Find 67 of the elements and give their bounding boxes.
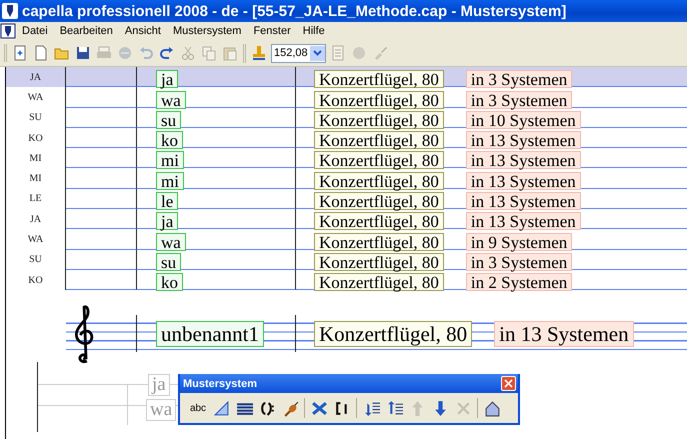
staff-abbreviation: WA <box>28 234 44 246</box>
staff-abbreviation: LE <box>29 193 42 204</box>
system-count: in 3 Systemen <box>466 70 572 88</box>
window-title: capella professionell 2008 - de - [55-57_JA-LE_Methode.cap - Mustersystem] <box>22 2 566 20</box>
staff-name: ja <box>156 70 178 88</box>
staff-abbreviation: KO <box>28 274 43 286</box>
staff-abbreviation: SU <box>29 112 42 124</box>
text-button[interactable]: abc <box>188 398 208 418</box>
menu-item[interactable]: Hilfe <box>296 25 331 37</box>
system-count: in 13 Systemen <box>466 172 581 190</box>
instrument-label: Konzertflügel, 80 <box>314 70 444 88</box>
toolbar-title: Mustersystem <box>183 378 257 390</box>
system-count: in 13 Systemen <box>466 131 581 150</box>
app-menu-icon[interactable] <box>0 23 16 39</box>
menu-item[interactable]: Fenster <box>247 25 297 37</box>
instrument-label: Konzertflügel, 80 <box>314 110 444 129</box>
menu-item[interactable]: Datei <box>16 25 54 37</box>
menu-item[interactable]: Mustersystem <box>166 25 248 37</box>
staff-name: wa <box>156 232 186 251</box>
instrument-label: Konzertflügel, 80 <box>314 320 472 347</box>
system-count: in 13 Systemen <box>466 212 581 230</box>
ruler-icon[interactable] <box>211 398 231 418</box>
instrument-label: Konzertflügel, 80 <box>314 232 444 251</box>
system-count: in 2 Systemen <box>466 273 572 292</box>
instrument-label: Konzertflügel, 80 <box>314 273 444 292</box>
staff-abbreviation: JA <box>30 214 42 225</box>
staff-name: mi <box>156 172 184 190</box>
staff-abbreviation: MI <box>29 173 42 184</box>
staff-name: ko <box>156 273 183 292</box>
staff-name: su <box>156 252 182 271</box>
staff-name: unbenannt1 <box>156 320 264 347</box>
instrument-label: Konzertflügel, 80 <box>314 212 444 230</box>
system-count: in 10 Systemen <box>466 110 581 129</box>
stamp-icon[interactable] <box>250 44 268 62</box>
instrument-label: Konzertflügel, 80 <box>314 90 444 109</box>
system-count: in 3 Systemen <box>466 90 572 109</box>
close-icon <box>504 379 513 388</box>
instrument-label: Konzertflügel, 80 <box>314 172 444 190</box>
zoom-field[interactable]: 152,08 <box>271 44 326 62</box>
close-button[interactable] <box>501 376 516 391</box>
staff-name: le <box>156 192 178 210</box>
staff-name: wa <box>156 90 186 109</box>
staff-abbreviation: KO <box>28 132 43 144</box>
staff-abbreviation: JA <box>30 72 42 83</box>
staff-name: su <box>156 110 182 129</box>
staff-abbreviation: SU <box>29 254 42 266</box>
caret-icon <box>312 50 322 56</box>
system-count: in 13 Systemen <box>494 320 634 347</box>
menu-item[interactable]: Ansicht <box>118 25 167 37</box>
staff-abbreviation: MI <box>29 152 42 164</box>
app-icon <box>2 3 18 19</box>
system-count: in 13 Systemen <box>466 151 581 170</box>
staff-name-preview: wa <box>146 399 176 422</box>
system-count: in 9 Systemen <box>466 232 572 251</box>
staff-name: ko <box>156 131 183 150</box>
staff-name: mi <box>156 151 184 170</box>
instrument-label: Konzertflügel, 80 <box>314 192 444 210</box>
instrument-label: Konzertflügel, 80 <box>314 151 444 170</box>
system-count: in 13 Systemen <box>466 192 581 210</box>
staff-row[interactable]: JA ja Konzertflügel, 80 in 3 Systemen <box>6 67 687 88</box>
staff-name-preview: ja <box>148 374 170 396</box>
staff-abbreviation: WA <box>28 92 44 103</box>
staff-name: ja <box>156 212 178 230</box>
menu-item[interactable]: Bearbeiten <box>54 25 119 37</box>
instrument-label: Konzertflügel, 80 <box>314 131 444 150</box>
system-count: in 3 Systemen <box>466 252 572 271</box>
instrument-label: Konzertflügel, 80 <box>314 252 444 271</box>
